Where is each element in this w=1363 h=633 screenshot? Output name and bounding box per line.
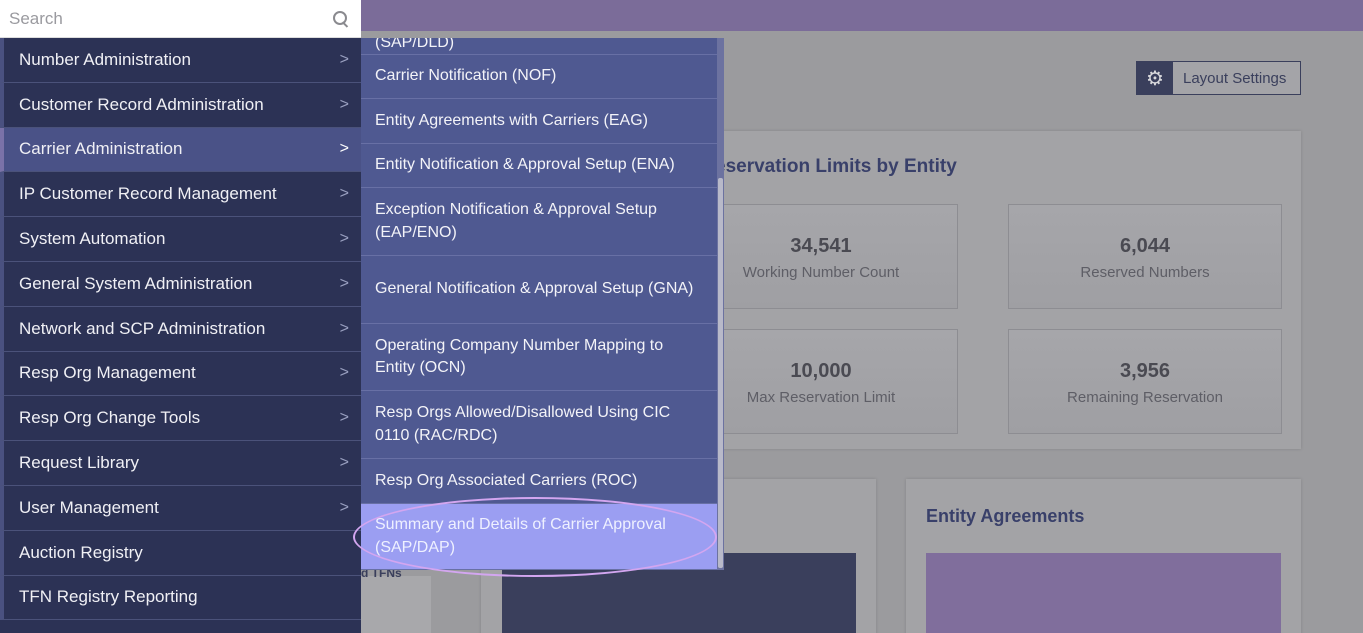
top-bar (361, 0, 1363, 31)
sidebar-item-label: IP Customer Record Management (19, 184, 277, 204)
stat-value: 3,956 (1119, 360, 1171, 382)
submenu-item-sap-dap[interactable]: Summary and Details of Carrier Approval … (361, 504, 717, 570)
sidebar-item-label: System Automation (19, 229, 166, 249)
submenu-item-partial[interactable]: (SAP/DLD) (361, 38, 717, 55)
chevron-right-icon: > (339, 140, 349, 158)
sidebar-item-customer-record-administration[interactable]: Customer Record Administration > (0, 82, 361, 128)
sidebar-item-label: Customer Record Administration (19, 94, 264, 114)
chevron-right-icon: > (339, 319, 349, 337)
stat-remaining-reservation: 3,956 Remaining Reservation (1008, 329, 1282, 434)
stat-value: 10,000 (790, 360, 852, 382)
layout-settings-label: Layout Settings (1183, 69, 1287, 87)
sidebar-item-label: User Management (19, 497, 159, 517)
submenu-item-label: Entity Agreements with Carriers (EAG) (375, 111, 648, 129)
sidebar-item-number-administration[interactable]: Number Administration > (0, 38, 361, 83)
sidebar-item-label: Number Administration (19, 49, 191, 69)
sidebar-item-carrier-administration[interactable]: Carrier Administration > (0, 127, 361, 173)
submenu-item-label: Exception Notification & Approval Setup … (375, 201, 657, 241)
search-input[interactable]: Search (9, 9, 333, 29)
chevron-right-icon: > (339, 274, 349, 292)
chevron-right-icon: > (339, 454, 349, 472)
submenu-item-label: Resp Orgs Allowed/Disallowed Using CIC 0… (375, 404, 671, 444)
sidebar-item-ip-customer-record-management[interactable]: IP Customer Record Management > (0, 172, 361, 218)
stat-max-reservation-limit: 10,000 Max Reservation Limit (684, 329, 958, 434)
partial-card: d TFNs (361, 566, 431, 633)
submenu-item-nof[interactable]: Carrier Notification (NOF) (361, 55, 717, 99)
submenu-item-label: Resp Org Associated Carriers (ROC) (375, 471, 638, 489)
entity-agreements-title: Entity Agreements (926, 506, 1085, 526)
chevron-right-icon: > (339, 364, 349, 382)
submenu-item-label: (SAP/DLD) (375, 38, 455, 51)
sidebar-item-label: Auction Registry (19, 542, 143, 562)
sidebar-item-label: General System Administration (19, 273, 253, 293)
submenu-item-label: Summary and Details of Carrier Approval … (375, 516, 666, 556)
submenu-item-label: General Notification & Approval Setup (G… (375, 280, 694, 298)
stat-reserved-numbers: 6,044 Reserved Numbers (1008, 204, 1282, 309)
sidebar-item-auction-registry[interactable]: Auction Registry (0, 530, 361, 576)
submenu-item-label: Entity Notification & Approval Setup (EN… (375, 156, 675, 174)
layout-settings-button[interactable]: ⚙ Layout Settings (1136, 61, 1301, 95)
reservation-limits-card: eservation Limits by Entity 34,541 Worki… (684, 131, 1301, 449)
sidebar-item-user-management[interactable]: User Management > (0, 485, 361, 531)
stat-label: Reserved Numbers (1080, 264, 1210, 281)
submenu-item-label: Carrier Notification (NOF) (375, 67, 557, 85)
sidebar-item-resp-org-management[interactable]: Resp Org Management > (0, 351, 361, 397)
reservation-card-title: eservation Limits by Entity (715, 156, 957, 177)
sidebar-item-label: Request Library (19, 453, 140, 473)
sidebar-item-label: TFN Registry Reporting (19, 587, 198, 607)
chevron-right-icon: > (339, 50, 349, 68)
submenu-item-eap-eno[interactable]: Exception Notification & Approval Setup … (361, 188, 717, 256)
submenu-item-rac-rdc[interactable]: Resp Orgs Allowed/Disallowed Using CIC 0… (361, 391, 717, 459)
stat-label: Max Reservation Limit (746, 389, 896, 406)
sidebar-item-network-and-scp-administration[interactable]: Network and SCP Administration > (0, 306, 361, 352)
sidebar-item-system-automation[interactable]: System Automation > (0, 217, 361, 262)
chevron-right-icon: > (339, 498, 349, 516)
chevron-right-icon: > (339, 185, 349, 203)
stat-label: Working Number Count (742, 264, 900, 281)
stat-working-number-count: 34,541 Working Number Count (684, 204, 958, 309)
chevron-right-icon: > (339, 409, 349, 427)
sidebar-item-tfn-registry-reporting[interactable]: TFN Registry Reporting (0, 575, 361, 621)
submenu-scrollbar[interactable] (717, 38, 724, 570)
sidebar-item-label: Resp Org Change Tools (19, 408, 201, 428)
stat-label: Remaining Reservation (1067, 389, 1223, 406)
stat-value: 6,044 (1119, 235, 1171, 257)
sidebar-item-label: Network and SCP Administration (19, 318, 266, 338)
gear-icon: ⚙ (1137, 62, 1173, 94)
submenu-item-label: Operating Company Number Mapping to Enti… (375, 336, 664, 377)
sidebar-item-general-system-administration[interactable]: General System Administration > (0, 261, 361, 307)
stat-value: 34,541 (790, 235, 852, 257)
scrollbar-thumb[interactable] (718, 178, 723, 568)
chevron-right-icon: > (339, 230, 349, 248)
submenu-item-eag[interactable]: Entity Agreements with Carriers (EAG) (361, 99, 717, 144)
submenu-item-roc[interactable]: Resp Org Associated Carriers (ROC) (361, 459, 717, 504)
sidebar-item-resp-org-change-tools[interactable]: Resp Org Change Tools > (0, 396, 361, 442)
submenu-item-gna[interactable]: General Notification & Approval Setup (G… (361, 256, 717, 324)
entity-agreements-chart (926, 553, 1281, 633)
submenu-item-ena[interactable]: Entity Notification & Approval Setup (EN… (361, 144, 717, 188)
sidebar-item-request-library[interactable]: Request Library > (0, 441, 361, 486)
submenu-item-ocn[interactable]: Operating Company Number Mapping to Enti… (361, 324, 717, 391)
sidebar-item-label: Resp Org Management (19, 363, 196, 383)
chevron-right-icon: > (339, 95, 349, 113)
search-bar[interactable]: Search (0, 0, 361, 38)
sidebar: Number Administration > Customer Record A… (0, 38, 361, 633)
entity-agreements-card: Entity Agreements (906, 479, 1301, 633)
sidebar-item-label: Carrier Administration (19, 139, 183, 159)
search-icon[interactable] (333, 10, 349, 27)
carrier-administration-submenu: (SAP/DLD) Carrier Notification (NOF) Ent… (361, 38, 724, 570)
